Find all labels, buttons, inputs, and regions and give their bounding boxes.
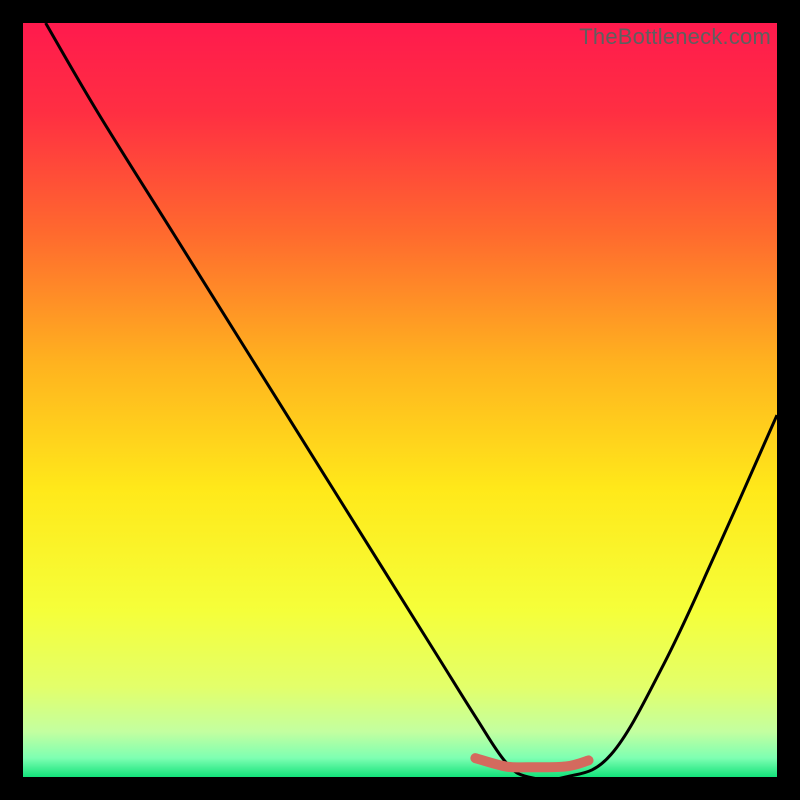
chart-frame: TheBottleneck.com (23, 23, 777, 777)
bottleneck-chart (23, 23, 777, 777)
watermark-text: TheBottleneck.com (579, 24, 771, 50)
